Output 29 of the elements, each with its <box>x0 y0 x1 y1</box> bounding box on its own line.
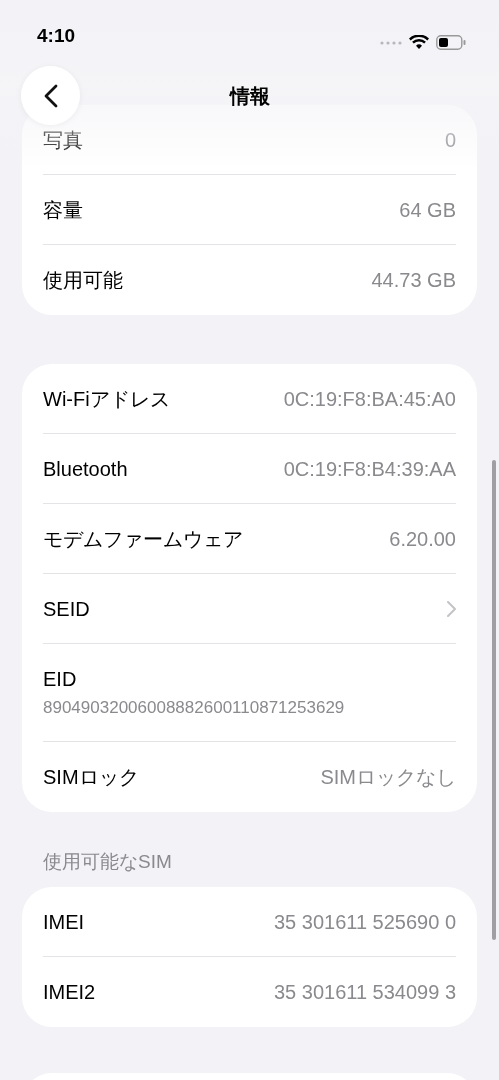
row-value: 35 301611 534099 3 <box>273 980 456 1005</box>
row-label: IMEI2 <box>43 980 96 1005</box>
chevron-left-icon <box>43 83 58 108</box>
row-value: 89049032006008882600110871253629 <box>43 696 346 719</box>
row-value: 44.73 GB <box>371 268 456 293</box>
row-value: 6.20.00 <box>389 526 456 552</box>
row-label: Bluetooth <box>43 456 128 482</box>
status-time: 4:10 <box>37 23 76 48</box>
section-header: 使用可能なSIM <box>42 850 173 874</box>
row-label: IMEI <box>43 909 85 935</box>
row-label[interactable]: SEID <box>43 593 90 624</box>
row-value: SIMロックなし <box>320 765 456 790</box>
wifi-icon <box>409 35 429 50</box>
row-label: 容量 <box>43 197 83 223</box>
row-label: モデムファームウェア <box>43 526 243 552</box>
row-value: 0C:19:F8:BA:45:A0 <box>283 386 456 412</box>
row-label: 写真 <box>43 127 83 153</box>
row-label: 使用可能 <box>43 268 123 293</box>
nav-title: 情報 <box>229 84 270 109</box>
battery-icon <box>436 35 466 50</box>
row-value: 35 301611 525690 0 <box>273 909 456 935</box>
row-label: SIMロック <box>43 765 139 790</box>
chevron-right-icon <box>447 600 456 617</box>
row-value: 0C:19:F8:B4:39:AA <box>283 456 456 482</box>
row-value: 0 <box>444 127 456 153</box>
row-label: Wi-Fiアドレス <box>43 386 170 412</box>
row-value: 64 GB <box>399 197 456 223</box>
row-label: EID <box>43 666 78 692</box>
signal-icon <box>380 40 402 45</box>
